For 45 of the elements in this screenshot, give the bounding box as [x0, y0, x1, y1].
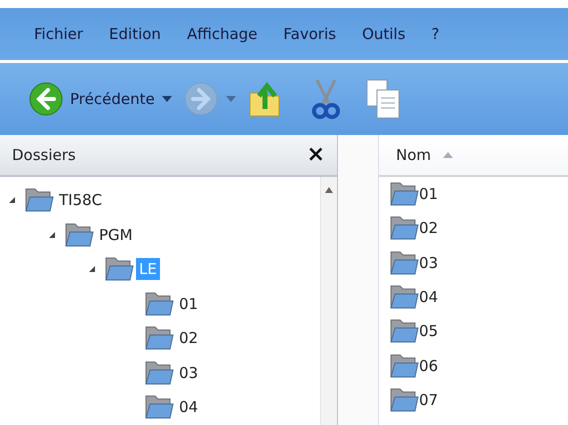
folder-icon: [389, 386, 419, 413]
file-name[interactable]: 02: [419, 219, 438, 238]
tree-item[interactable]: TI58C: [56, 189, 106, 212]
menu-item[interactable]: Edition: [99, 21, 171, 47]
menu-item[interactable]: Fichier: [24, 21, 94, 47]
expanded-arrow-icon[interactable]: [8, 196, 16, 204]
menu-item[interactable]: ?: [421, 21, 450, 47]
folder-icon: [64, 222, 94, 248]
dropdown-caret-icon[interactable]: [160, 95, 173, 103]
tree-item[interactable]: PGM: [96, 224, 136, 246]
file-name[interactable]: 06: [419, 356, 438, 375]
folder-icon: [389, 284, 419, 310]
file-name[interactable]: 01: [419, 185, 438, 204]
file-name[interactable]: 05: [419, 322, 438, 340]
folder-icon: [389, 181, 419, 208]
expanded-arrow-icon[interactable]: [88, 265, 96, 274]
folder-icon: [389, 318, 419, 344]
folder-icon: [389, 215, 419, 242]
tree-item[interactable]: 01: [176, 292, 202, 315]
back-label[interactable]: Précédente: [70, 90, 155, 108]
scissors-icon[interactable]: [310, 78, 341, 120]
tree-item[interactable]: 03: [176, 362, 202, 384]
column-title[interactable]: Nom: [396, 146, 432, 164]
scrollbar[interactable]: [320, 177, 337, 425]
tree-item[interactable]: 04: [176, 396, 202, 418]
close-button[interactable]: ×: [302, 144, 329, 166]
file-name[interactable]: 07: [419, 390, 438, 409]
folder-icon: [24, 187, 54, 214]
folder-icon: [144, 394, 174, 420]
file-name[interactable]: 04: [419, 288, 438, 306]
file-name[interactable]: 03: [419, 254, 438, 272]
folder-icon: [389, 250, 419, 276]
expanded-arrow-icon[interactable]: [48, 230, 56, 239]
menu-item[interactable]: Affichage: [176, 21, 268, 47]
folder-icon: [144, 360, 174, 386]
menu-item[interactable]: Favoris: [273, 21, 346, 47]
folder-icon: [144, 325, 174, 352]
folder-icon: [389, 352, 419, 379]
pane-title: Dossiers: [12, 146, 76, 164]
folder-icon: [104, 256, 134, 282]
folder-icon: [144, 290, 174, 317]
menu-item[interactable]: Outils: [352, 21, 416, 47]
tree-item[interactable]: 02: [176, 327, 202, 350]
scroll-up-icon[interactable]: [325, 187, 333, 193]
copy-icon[interactable]: [364, 78, 401, 120]
